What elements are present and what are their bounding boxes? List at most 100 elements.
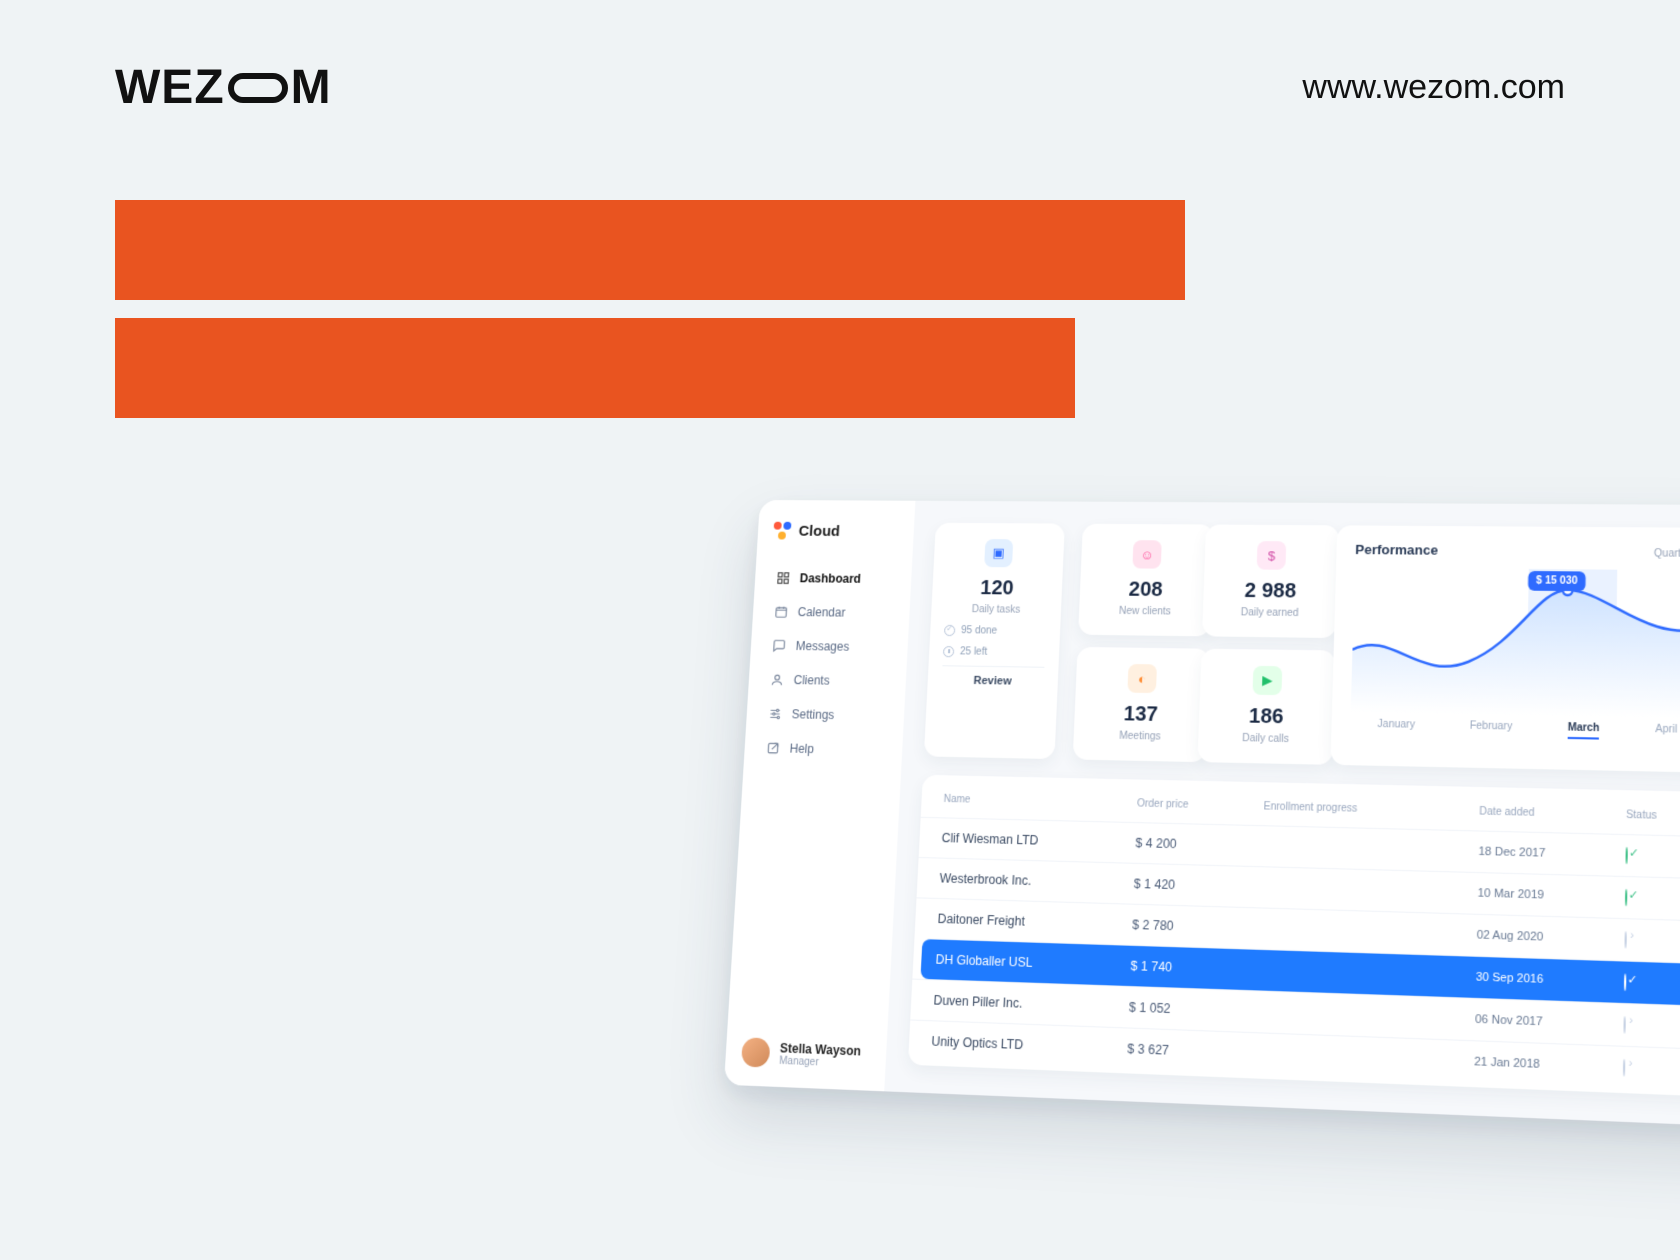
check-icon: [1624, 974, 1626, 992]
calendar-icon: [774, 605, 788, 619]
stat-done: 95 done: [961, 625, 998, 637]
sidebar-item-dashboard[interactable]: Dashboard: [770, 563, 897, 594]
stat-value: 2 988: [1218, 579, 1324, 604]
period-selector[interactable]: Quarterly ▾: [1654, 548, 1680, 560]
cell-name: Clif Wiesman LTD: [941, 831, 1135, 851]
month-tab[interactable]: February: [1470, 720, 1513, 738]
headline-bar-1: [115, 200, 1185, 300]
stat-daily-tasks[interactable]: ▣ 120 Daily tasks 95 done 25 left Review: [924, 523, 1065, 759]
stat-value: 137: [1088, 702, 1193, 728]
logo-text-left: WEZ: [115, 60, 225, 115]
area-chart-icon: [1351, 567, 1680, 718]
cell-name: Westerbrook Inc.: [939, 871, 1134, 891]
site-url[interactable]: www.wezom.com: [1302, 68, 1565, 107]
headline-bars: [115, 200, 1185, 436]
cell-status: [1625, 848, 1680, 865]
grid-icon: [776, 571, 790, 585]
sidebar-item-calendar[interactable]: Calendar: [768, 597, 895, 628]
col-status[interactable]: Status: [1626, 809, 1680, 823]
month-tab[interactable]: January: [1377, 719, 1415, 736]
user-block[interactable]: Stella Wayson Manager: [741, 1006, 872, 1072]
cell-date: 06 Nov 2017: [1475, 1013, 1624, 1031]
performance-chart[interactable]: $ 15 030: [1351, 567, 1680, 718]
cell-progress: [1258, 970, 1475, 977]
stat-label: Daily earned: [1217, 607, 1322, 620]
app-name: Cloud: [798, 522, 840, 539]
cell-status: [1624, 975, 1680, 993]
cell-progress: [1262, 846, 1478, 852]
cell-progress: [1261, 887, 1477, 893]
chart-tooltip: $ 15 030: [1527, 571, 1586, 591]
sidebar-item-settings[interactable]: Settings: [761, 699, 888, 732]
cell-price: $ 2 780: [1132, 917, 1260, 936]
cell-date: 21 Jan 2018: [1474, 1055, 1623, 1074]
sidebar-item-label: Settings: [791, 707, 834, 722]
dollar-icon: $: [1257, 541, 1287, 570]
chart-months: January February March April: [1350, 718, 1680, 741]
clock-icon: [943, 646, 954, 657]
meeting-icon: ◐: [1127, 664, 1157, 693]
cell-status: [1625, 890, 1680, 907]
cell-status: [1623, 1060, 1680, 1078]
sidebar-item-clients[interactable]: Clients: [764, 665, 891, 697]
sidebar: Cloud Dashboard Calendar Messages Clien: [724, 500, 915, 1091]
logo-pill-icon: [228, 73, 288, 103]
stat-label: Daily calls: [1213, 732, 1319, 745]
stat-new-clients[interactable]: ☺ 208 New clients: [1078, 524, 1214, 637]
stat-value: 186: [1213, 704, 1319, 730]
stat-label: Daily tasks: [945, 604, 1047, 616]
call-icon: ▶: [1252, 666, 1282, 695]
stat-daily-calls[interactable]: ▶ 186 Daily calls: [1197, 649, 1335, 765]
cell-status: [1623, 1017, 1680, 1035]
avatar: [741, 1037, 771, 1067]
main-area: ▣ 120 Daily tasks 95 done 25 left Review…: [884, 501, 1680, 1127]
chat-icon: [772, 639, 786, 653]
check-icon: [944, 625, 955, 636]
stat-daily-earned[interactable]: $ 2 988 Daily earned: [1202, 524, 1339, 638]
cell-progress: [1257, 1012, 1475, 1020]
client-icon: ☺: [1132, 540, 1161, 569]
app-brand: Cloud: [773, 522, 899, 541]
review-button[interactable]: Review: [941, 665, 1044, 696]
stat-label: Meetings: [1088, 730, 1193, 743]
cell-price: $ 1 420: [1133, 876, 1261, 894]
stat-label: New clients: [1093, 605, 1197, 617]
cell-progress: [1256, 1054, 1474, 1062]
performance-title: Performance: [1355, 542, 1438, 558]
col-date[interactable]: Date added: [1479, 806, 1626, 821]
col-price[interactable]: Order price: [1137, 798, 1264, 812]
cell-price: $ 1 740: [1130, 958, 1258, 977]
pending-icon: [1623, 1016, 1625, 1034]
pending-icon: [1624, 931, 1626, 948]
cell-status: [1624, 932, 1680, 950]
sidebar-item-messages[interactable]: Messages: [766, 631, 893, 663]
sidebar-nav: Dashboard Calendar Messages Clients Sett…: [759, 563, 896, 766]
sidebar-item-label: Messages: [795, 639, 849, 654]
sidebar-item-label: Clients: [793, 673, 830, 688]
stat-value: 120: [946, 577, 1049, 601]
logo-text-right: M: [291, 60, 332, 115]
month-tab-active[interactable]: March: [1568, 722, 1600, 740]
cell-date: 30 Sep 2016: [1476, 971, 1624, 989]
stat-left: 25 left: [960, 646, 988, 658]
sliders-icon: [768, 707, 783, 721]
stat-meetings[interactable]: ◐ 137 Meetings: [1073, 647, 1210, 762]
cell-name: Daitoner Freight: [937, 911, 1132, 932]
sidebar-item-help[interactable]: Help: [759, 733, 887, 766]
app-logo-icon: [773, 522, 791, 540]
cell-progress: [1260, 929, 1477, 936]
check-icon: [1625, 847, 1627, 864]
person-icon: [770, 673, 784, 687]
col-progress[interactable]: Enrollment progress: [1263, 801, 1479, 818]
orders-table: Name Order price Enrollment progress Dat…: [908, 775, 1680, 1097]
check-icon: [1625, 889, 1627, 906]
cell-date: 10 Mar 2019: [1477, 887, 1625, 904]
col-name[interactable]: Name: [943, 794, 1137, 810]
month-tab[interactable]: April: [1655, 724, 1677, 741]
cell-price: $ 4 200: [1135, 836, 1262, 854]
headline-bar-2: [115, 318, 1075, 418]
tasks-icon: ▣: [984, 539, 1013, 567]
sidebar-item-label: Calendar: [797, 605, 845, 620]
external-icon: [766, 741, 781, 755]
cell-name: Duven Piller Inc.: [933, 993, 1129, 1015]
